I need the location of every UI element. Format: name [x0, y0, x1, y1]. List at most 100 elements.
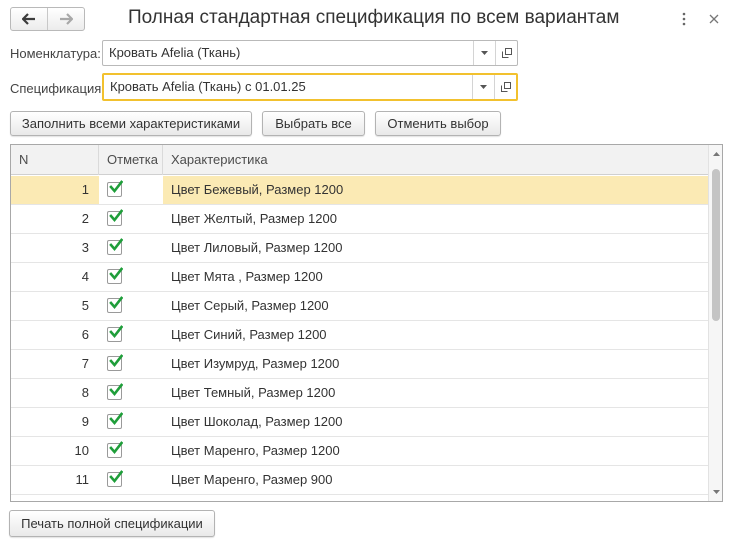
checkmark-icon — [109, 267, 123, 281]
row-number: 10 — [74, 443, 89, 458]
nomenclature-field[interactable]: Кровать Afelia (Ткань) — [102, 40, 518, 66]
table-header: N Отметка Характеристика — [11, 145, 708, 175]
more-actions-button[interactable] — [674, 9, 694, 29]
arrow-left-icon — [22, 13, 35, 25]
table-row[interactable]: 10 Цвет Маренго, Размер 1200 — [11, 437, 708, 466]
row-number: 2 — [81, 211, 89, 226]
scroll-down-button[interactable] — [709, 485, 722, 499]
mark-cell — [99, 263, 163, 291]
page-title: Полная стандартная спецификация по всем … — [128, 7, 620, 28]
column-header-n[interactable]: N — [11, 145, 99, 175]
specification-label: Спецификация: — [10, 81, 105, 96]
characteristic-cell: Цвет Маренго, Размер 900 — [171, 472, 333, 487]
table-row[interactable]: 9 Цвет Шоколад, Размер 1200 — [11, 408, 708, 437]
mark-cell — [99, 408, 163, 436]
characteristic-cell: Цвет Лиловый, Размер 1200 — [171, 240, 343, 255]
back-button[interactable] — [11, 8, 47, 30]
checkmark-icon — [109, 296, 123, 310]
mark-checkbox[interactable] — [107, 470, 123, 487]
chevron-down-icon — [712, 490, 720, 494]
nomenclature-value[interactable]: Кровать Afelia (Ткань) — [103, 41, 473, 65]
nomenclature-dropdown-button[interactable] — [473, 41, 495, 65]
table-row[interactable]: 3 Цвет Лиловый, Размер 1200 — [11, 234, 708, 263]
chevron-down-icon — [480, 85, 487, 89]
mark-checkbox[interactable] — [107, 412, 123, 429]
vertical-scrollbar[interactable] — [708, 145, 722, 501]
chevron-down-icon — [481, 51, 488, 55]
checkmark-icon — [109, 238, 123, 252]
mark-checkbox[interactable] — [107, 383, 123, 400]
row-number: 3 — [81, 240, 89, 255]
mark-cell — [99, 350, 163, 378]
mark-cell — [99, 176, 163, 204]
mark-cell — [99, 466, 163, 494]
characteristic-cell: Цвет Шоколад, Размер 1200 — [171, 414, 343, 429]
checkmark-icon — [109, 325, 123, 339]
mark-checkbox[interactable] — [107, 209, 123, 226]
specification-value[interactable]: Кровать Afelia (Ткань) с 01.01.25 — [104, 75, 472, 99]
column-header-mark[interactable]: Отметка — [99, 145, 163, 175]
table-row[interactable]: 5 Цвет Серый, Размер 1200 — [11, 292, 708, 321]
mark-checkbox[interactable] — [107, 325, 123, 342]
checkmark-icon — [109, 209, 123, 223]
column-header-characteristic[interactable]: Характеристика — [163, 145, 708, 175]
table-body: 1 Цвет Бежевый, Размер 1200 2 Цвет Желтый, … — [11, 176, 708, 495]
checkmark-icon — [109, 412, 123, 426]
nomenclature-label: Номенклатура: — [10, 46, 101, 61]
open-window-icon — [500, 82, 511, 92]
mark-cell — [99, 205, 163, 233]
scroll-up-button[interactable] — [709, 147, 722, 161]
specification-dropdown-button[interactable] — [472, 75, 494, 99]
mark-cell — [99, 234, 163, 262]
checkmark-icon — [109, 180, 123, 194]
table-row[interactable]: 11 Цвет Маренго, Размер 900 — [11, 466, 708, 495]
table-row[interactable]: 4 Цвет Мята , Размер 1200 — [11, 263, 708, 292]
checkmark-icon — [109, 441, 123, 455]
mark-checkbox[interactable] — [107, 354, 123, 371]
table-row[interactable]: 8 Цвет Темный, Размер 1200 — [11, 379, 708, 408]
characteristics-table[interactable]: N Отметка Характеристика 1 Цвет Бежевый, … — [10, 144, 723, 502]
table-row[interactable]: 2 Цвет Желтый, Размер 1200 — [11, 205, 708, 234]
row-number: 11 — [75, 472, 90, 487]
nomenclature-open-button[interactable] — [495, 41, 517, 65]
checkmark-icon — [109, 383, 123, 397]
mark-checkbox[interactable] — [107, 180, 123, 197]
mark-checkbox[interactable] — [107, 296, 123, 313]
characteristic-cell: Цвет Серый, Размер 1200 — [171, 298, 329, 313]
mark-cell — [99, 437, 163, 465]
row-number: 9 — [81, 414, 89, 429]
fill-all-characteristics-button[interactable]: Заполнить всеми характеристиками — [10, 111, 252, 136]
characteristic-cell: Цвет Синий, Размер 1200 — [171, 327, 327, 342]
mark-cell — [99, 379, 163, 407]
characteristic-cell: Цвет Желтый, Размер 1200 — [171, 211, 337, 226]
table-row[interactable]: 6 Цвет Синий, Размер 1200 — [11, 321, 708, 350]
table-row[interactable]: 1 Цвет Бежевый, Размер 1200 — [11, 176, 708, 205]
table-row[interactable]: 7 Цвет Изумруд, Размер 1200 — [11, 350, 708, 379]
row-number: 8 — [81, 385, 89, 400]
more-vertical-icon — [682, 12, 686, 26]
mark-cell — [99, 321, 163, 349]
chevron-up-icon — [712, 152, 720, 156]
mark-checkbox[interactable] — [107, 267, 123, 284]
specification-field[interactable]: Кровать Afelia (Ткань) с 01.01.25 — [102, 73, 518, 101]
navigation-buttons — [10, 7, 85, 31]
row-number: 6 — [81, 327, 89, 342]
row-number: 5 — [81, 298, 89, 313]
characteristic-cell: Цвет Изумруд, Размер 1200 — [171, 356, 340, 371]
mark-checkbox[interactable] — [107, 441, 123, 458]
specification-open-button[interactable] — [494, 75, 516, 99]
forward-button[interactable] — [47, 8, 84, 30]
print-full-specification-button[interactable]: Печать полной спецификации — [9, 510, 215, 537]
characteristic-cell: Цвет Мята , Размер 1200 — [171, 269, 323, 284]
characteristic-cell: Цвет Маренго, Размер 1200 — [171, 443, 340, 458]
cancel-selection-button[interactable]: Отменить выбор — [375, 111, 501, 136]
row-number: 7 — [81, 356, 89, 371]
scrollbar-thumb[interactable] — [712, 169, 720, 321]
row-number: 1 — [81, 182, 89, 197]
close-icon — [709, 14, 719, 24]
mark-checkbox[interactable] — [107, 238, 123, 255]
close-button[interactable] — [704, 9, 724, 29]
characteristic-cell: Цвет Бежевый, Размер 1200 — [171, 182, 344, 197]
select-all-button[interactable]: Выбрать все — [262, 111, 365, 136]
open-window-icon — [501, 48, 512, 58]
